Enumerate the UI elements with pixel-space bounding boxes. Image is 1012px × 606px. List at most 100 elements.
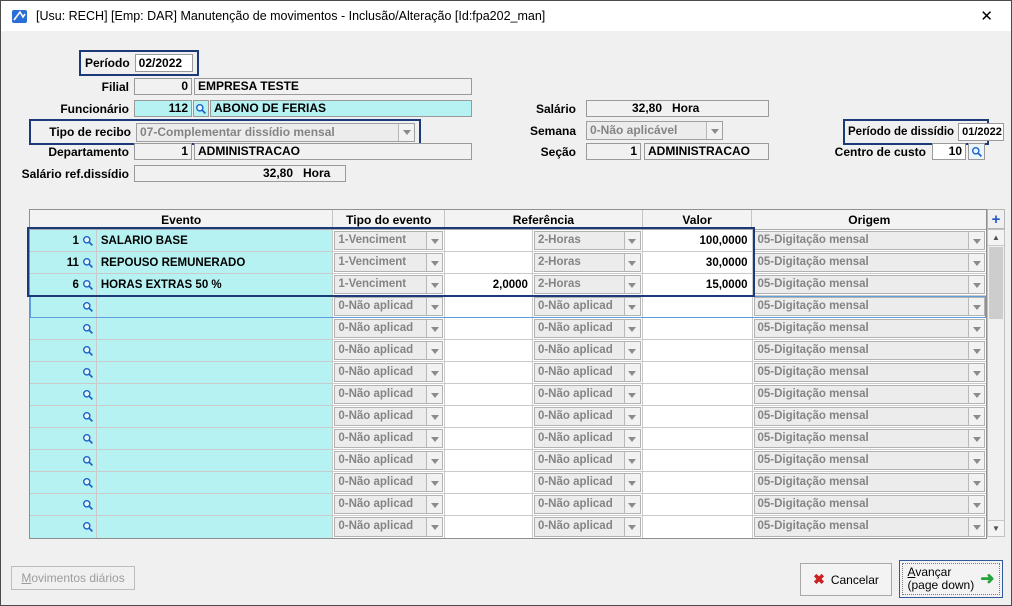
event-lookup-icon[interactable] [82, 455, 94, 467]
event-code-cell[interactable] [30, 516, 97, 538]
chevron-down-icon[interactable] [624, 276, 640, 293]
reference-unit-dropdown[interactable]: 2-Horas [533, 252, 643, 273]
chevron-down-icon[interactable] [624, 408, 640, 425]
reference-unit-dropdown[interactable]: 0-Não aplicad [533, 296, 643, 317]
reference-unit-dropdown[interactable]: 0-Não aplicad [533, 384, 643, 405]
event-type-dropdown[interactable]: 1-Venciment [333, 230, 445, 251]
origin-dropdown[interactable]: 05-Digitação mensal [753, 362, 987, 383]
origin-dropdown[interactable]: 05-Digitação mensal [753, 516, 987, 538]
reference-input[interactable] [445, 428, 533, 449]
chevron-down-icon[interactable] [398, 124, 414, 141]
value-input[interactable] [643, 472, 753, 493]
event-name-cell[interactable] [97, 450, 334, 471]
grid-scrollbar[interactable]: ▲ ▼ [987, 229, 1005, 537]
value-input[interactable] [643, 362, 753, 383]
origin-dropdown[interactable]: 05-Digitação mensal [753, 318, 987, 339]
chevron-down-icon[interactable] [426, 320, 442, 337]
reference-unit-dropdown[interactable]: 0-Não aplicad [533, 340, 643, 361]
reference-unit-dropdown[interactable]: 0-Não aplicad [533, 450, 643, 471]
event-name-cell[interactable] [97, 296, 334, 317]
chevron-down-icon[interactable] [426, 364, 442, 381]
origin-dropdown[interactable]: 05-Digitação mensal [753, 406, 987, 427]
chevron-down-icon[interactable] [426, 254, 442, 271]
funcionario-name-field[interactable]: ABONO DE FERIAS [210, 100, 472, 117]
event-lookup-icon[interactable] [82, 257, 94, 269]
reference-unit-dropdown[interactable]: 2-Horas [533, 230, 643, 251]
reference-input[interactable] [445, 516, 533, 538]
event-lookup-icon[interactable] [82, 477, 94, 489]
chevron-down-icon[interactable] [426, 386, 442, 403]
event-code-cell[interactable] [30, 406, 97, 427]
event-type-dropdown[interactable]: 1-Venciment [333, 252, 445, 273]
value-input[interactable]: 30,0000 [643, 252, 753, 273]
event-name-cell[interactable]: SALARIO BASE [97, 230, 334, 251]
reference-unit-dropdown[interactable]: 0-Não aplicad [533, 428, 643, 449]
event-type-dropdown[interactable]: 0-Não aplicad [333, 384, 445, 405]
chevron-down-icon[interactable] [624, 386, 640, 403]
event-name-cell[interactable] [97, 516, 334, 538]
event-lookup-icon[interactable] [82, 433, 94, 445]
chevron-down-icon[interactable] [624, 254, 640, 271]
event-name-cell[interactable] [97, 318, 334, 339]
chevron-down-icon[interactable] [624, 320, 640, 337]
event-lookup-icon[interactable] [82, 521, 94, 533]
reference-input[interactable] [445, 252, 533, 273]
chevron-down-icon[interactable] [968, 408, 984, 425]
chevron-down-icon[interactable] [624, 452, 640, 469]
chevron-down-icon[interactable] [426, 232, 442, 249]
event-lookup-icon[interactable] [82, 323, 94, 335]
chevron-down-icon[interactable] [426, 342, 442, 359]
event-name-cell[interactable] [97, 362, 334, 383]
funcionario-lookup-icon[interactable] [193, 100, 209, 117]
event-code-cell[interactable] [30, 472, 97, 493]
event-name-cell[interactable]: REPOUSO REMUNERADO [97, 252, 334, 273]
origin-dropdown[interactable]: 05-Digitação mensal [753, 472, 987, 493]
event-type-dropdown[interactable]: 0-Não aplicad [333, 428, 445, 449]
reference-input[interactable] [445, 296, 533, 317]
chevron-down-icon[interactable] [968, 364, 984, 381]
chevron-down-icon[interactable] [968, 276, 984, 293]
reference-unit-dropdown[interactable]: 0-Não aplicad [533, 318, 643, 339]
reference-input[interactable] [445, 362, 533, 383]
event-lookup-icon[interactable] [82, 411, 94, 423]
value-input[interactable] [643, 516, 753, 538]
event-lookup-icon[interactable] [82, 301, 94, 313]
reference-unit-dropdown[interactable]: 0-Não aplicad [533, 472, 643, 493]
event-type-dropdown[interactable]: 0-Não aplicad [333, 494, 445, 515]
reference-input[interactable]: 2,0000 [445, 274, 533, 295]
event-type-dropdown[interactable]: 0-Não aplicad [333, 516, 445, 538]
origin-dropdown[interactable]: 05-Digitação mensal [753, 340, 987, 361]
chevron-down-icon[interactable] [968, 254, 984, 271]
chevron-down-icon[interactable] [968, 496, 984, 513]
reference-unit-dropdown[interactable]: 0-Não aplicad [533, 516, 643, 538]
value-input[interactable] [643, 450, 753, 471]
event-lookup-icon[interactable] [82, 499, 94, 511]
centro-custo-lookup-icon[interactable] [968, 143, 985, 160]
event-name-cell[interactable] [97, 428, 334, 449]
origin-dropdown[interactable]: 05-Digitação mensal [753, 384, 987, 405]
chevron-down-icon[interactable] [624, 430, 640, 447]
tipo-recibo-dropdown[interactable]: 07-Complementar dissídio mensal [136, 123, 415, 142]
origin-dropdown[interactable]: 05-Digitação mensal [753, 230, 987, 251]
value-input[interactable] [643, 340, 753, 361]
movimentos-diarios-button[interactable]: Movimentos diários [11, 566, 135, 590]
value-input[interactable] [643, 318, 753, 339]
event-code-cell[interactable] [30, 450, 97, 471]
scroll-down-icon[interactable]: ▼ [988, 520, 1004, 536]
value-input[interactable] [643, 296, 753, 317]
event-code-cell[interactable]: 1 [30, 230, 97, 251]
chevron-down-icon[interactable] [426, 408, 442, 425]
value-input[interactable] [643, 384, 753, 405]
reference-input[interactable] [445, 230, 533, 251]
value-input[interactable]: 15,0000 [643, 274, 753, 295]
reference-input[interactable] [445, 318, 533, 339]
origin-dropdown[interactable]: 05-Digitação mensal [753, 296, 987, 317]
chevron-down-icon[interactable] [624, 518, 640, 536]
scrollbar-thumb[interactable] [989, 247, 1003, 319]
chevron-down-icon[interactable] [624, 298, 640, 315]
chevron-down-icon[interactable] [968, 386, 984, 403]
chevron-down-icon[interactable] [968, 474, 984, 491]
event-name-cell[interactable] [97, 472, 334, 493]
event-lookup-icon[interactable] [82, 279, 94, 291]
origin-dropdown[interactable]: 05-Digitação mensal [753, 450, 987, 471]
